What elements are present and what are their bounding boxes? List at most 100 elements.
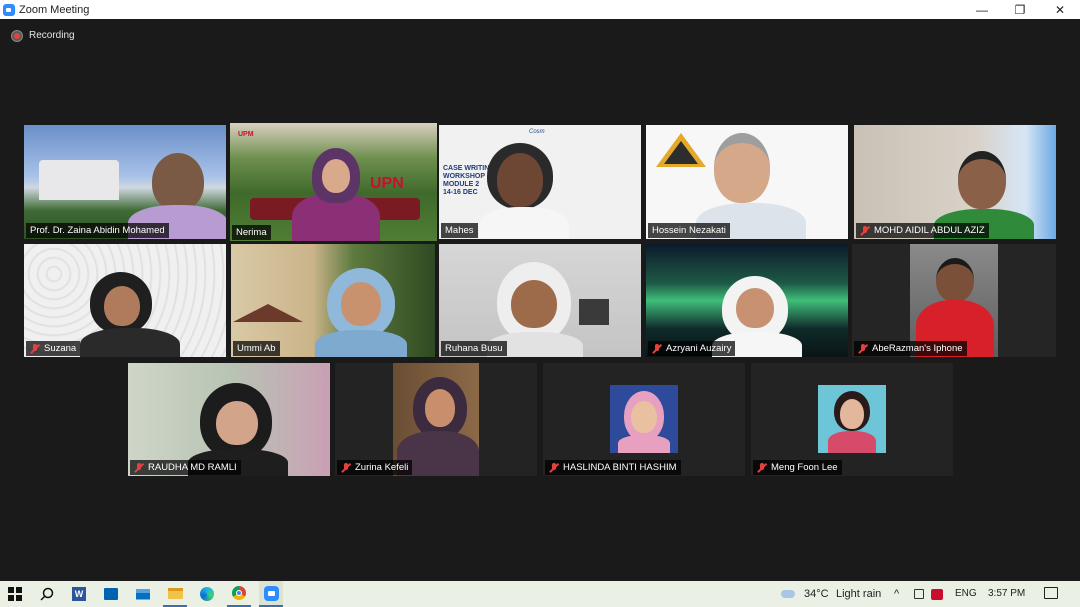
- participant-body: [479, 207, 569, 239]
- chrome-icon[interactable]: [227, 581, 251, 607]
- video-tile[interactable]: MOHD AIDIL ABDUL AZIZ: [854, 125, 1056, 239]
- recording-icon: [12, 30, 22, 41]
- video-tile[interactable]: Azryani Auzairy: [646, 244, 848, 357]
- muted-mic-icon: [860, 225, 870, 236]
- participant-namebar: Azryani Auzairy: [648, 341, 736, 356]
- video-tile[interactable]: Cosm CASE WRITIN WORKSHOP MODULE 2 14-16…: [439, 125, 641, 239]
- building-shape: [39, 160, 119, 200]
- participant-name: Zurina Kefeli: [355, 462, 409, 473]
- windows-start-icon[interactable]: [3, 581, 27, 607]
- video-tile[interactable]: Ruhana Busu: [439, 244, 641, 357]
- participant-name: Mahes: [445, 225, 474, 236]
- participant-name: Ruhana Busu: [445, 343, 503, 354]
- video-tile[interactable]: Meng Foon Lee: [751, 363, 953, 476]
- participant-name: Meng Foon Lee: [771, 462, 838, 473]
- participant-namebar: Hossein Nezakati: [648, 223, 730, 238]
- participant-name: Nerima: [236, 227, 267, 238]
- muted-mic-icon: [549, 462, 559, 473]
- participant-face: [341, 282, 381, 326]
- participant-namebar: Ummi Ab: [233, 341, 280, 356]
- notifications-icon[interactable]: [1044, 587, 1058, 599]
- participant-namebar: Prof. Dr. Zaina Abidin Mohamed: [26, 223, 169, 238]
- video-tile[interactable]: Prof. Dr. Zaina Abidin Mohamed: [24, 125, 226, 239]
- store-icon[interactable]: [99, 581, 123, 607]
- language-indicator[interactable]: ENG: [955, 588, 977, 599]
- word-icon[interactable]: W: [67, 581, 91, 607]
- participant-body: [80, 328, 180, 357]
- weather-cloud-icon[interactable]: [781, 587, 795, 599]
- participant-name: HASLINDA BINTI HASHIM: [563, 462, 677, 473]
- participant-namebar: AbeRazman's Iphone: [854, 341, 967, 356]
- participant-name: AbeRazman's Iphone: [872, 343, 963, 354]
- case-logo-text: Cosm: [529, 129, 545, 135]
- participant-namebar: HASLINDA BINTI HASHIM: [545, 460, 681, 475]
- pyramid-logo-icon: [656, 133, 706, 167]
- participant-face: [840, 399, 864, 429]
- close-button[interactable]: ✕: [1040, 0, 1080, 19]
- search-icon[interactable]: [35, 581, 59, 607]
- participant-body: [828, 431, 876, 453]
- muted-mic-icon: [341, 462, 351, 473]
- profile-picture: [818, 385, 886, 453]
- muted-mic-icon: [134, 462, 144, 473]
- upn-sign-text: UPN: [370, 175, 404, 192]
- muted-mic-icon: [30, 343, 40, 354]
- weather-desc[interactable]: Light rain: [836, 588, 881, 600]
- app-tray-icon[interactable]: [931, 589, 943, 600]
- participant-face: [936, 258, 974, 302]
- participant-face: [714, 133, 770, 203]
- room-object: [579, 299, 609, 325]
- zoom-app-icon: [3, 3, 15, 16]
- participant-name: Azryani Auzairy: [666, 343, 732, 354]
- video-tile[interactable]: RAUDHA MD RAMLI: [128, 363, 330, 476]
- participant-face: [322, 159, 350, 193]
- muted-mic-icon: [652, 343, 662, 354]
- participant-name: Prof. Dr. Zaina Abidin Mohamed: [30, 225, 165, 236]
- participant-face: [216, 401, 258, 445]
- participant-body: [618, 435, 670, 453]
- recording-label: Recording: [29, 30, 75, 41]
- participant-face: [104, 286, 140, 326]
- participant-namebar: Nerima: [232, 225, 271, 240]
- participant-namebar: Meng Foon Lee: [753, 460, 842, 475]
- file-explorer-icon[interactable]: [163, 581, 187, 607]
- participant-face: [736, 288, 774, 328]
- participant-name: Hossein Nezakati: [652, 225, 726, 236]
- recording-indicator[interactable]: Recording: [12, 30, 75, 41]
- participant-namebar: Ruhana Busu: [441, 341, 507, 356]
- upm-logo-text: UPM: [238, 131, 254, 138]
- participant-head: [152, 153, 204, 211]
- device-icon[interactable]: [914, 589, 924, 599]
- video-tile-active-speaker[interactable]: UPM UPN Nerima: [230, 123, 437, 241]
- window-title: Zoom Meeting: [19, 3, 90, 16]
- participant-name: RAUDHA MD RAMLI: [148, 462, 237, 473]
- video-tile[interactable]: HASLINDA BINTI HASHIM: [543, 363, 745, 476]
- edge-icon[interactable]: [195, 581, 219, 607]
- participant-namebar: MOHD AIDIL ABDUL AZIZ: [856, 223, 989, 238]
- muted-mic-icon: [858, 343, 868, 354]
- participant-face: [958, 151, 1006, 209]
- video-tile[interactable]: Suzana: [24, 244, 226, 357]
- mail-icon[interactable]: [131, 581, 155, 607]
- video-tile[interactable]: AbeRazman's Iphone: [852, 244, 1056, 357]
- zoom-taskbar-icon[interactable]: [259, 581, 283, 607]
- weather-temp[interactable]: 34°C: [804, 588, 829, 600]
- participant-name: Suzana: [44, 343, 77, 354]
- minimize-button[interactable]: —: [962, 0, 1002, 19]
- participant-namebar: Mahes: [441, 223, 478, 238]
- clock-time[interactable]: 3:57 PM: [988, 588, 1025, 599]
- video-tile[interactable]: Ummi Ab: [231, 244, 435, 357]
- muted-mic-icon: [757, 462, 767, 473]
- video-tile[interactable]: Zurina Kefeli: [335, 363, 537, 476]
- participant-face: [497, 153, 543, 207]
- participant-namebar: Zurina Kefeli: [337, 460, 413, 475]
- participant-face: [425, 389, 455, 427]
- participant-name: Ummi Ab: [237, 343, 276, 354]
- video-tile[interactable]: Hossein Nezakati: [646, 125, 848, 239]
- chevron-up-icon[interactable]: ^: [894, 588, 899, 600]
- maximize-button[interactable]: ❐: [1000, 0, 1040, 19]
- participant-face: [631, 401, 657, 433]
- window-titlebar: Zoom Meeting: [0, 0, 1080, 19]
- participant-namebar: Suzana: [26, 341, 81, 356]
- case-slide-text: CASE WRITIN WORKSHOP MODULE 2 14-16 DEC: [443, 165, 490, 196]
